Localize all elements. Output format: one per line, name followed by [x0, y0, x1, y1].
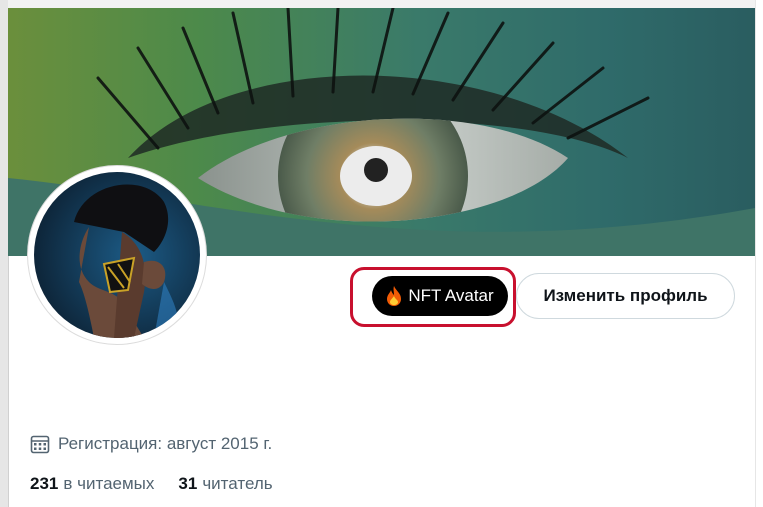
edit-profile-button[interactable]: Изменить профиль — [516, 273, 735, 319]
avatar-image — [34, 172, 200, 338]
edit-profile-label: Изменить профиль — [543, 286, 708, 305]
follow-stats: 231 в читаемых 31 читатель — [30, 472, 273, 496]
nft-avatar-label: NFT Avatar — [408, 286, 494, 305]
fire-icon — [386, 286, 402, 306]
window-right-edge — [755, 0, 763, 507]
following-count: 231 — [30, 474, 59, 493]
joined-date: Регистрация: август 2015 г. — [30, 432, 272, 456]
avatar[interactable] — [28, 166, 206, 344]
followers-link[interactable]: 31 читатель — [178, 474, 272, 494]
joined-text: Регистрация: август 2015 г. — [58, 434, 273, 453]
followers-label: читатель — [202, 474, 273, 493]
window-top-edge — [8, 0, 755, 8]
following-label: в читаемых — [63, 474, 155, 493]
following-link[interactable]: 231 в читаемых — [30, 474, 154, 494]
nft-avatar-button[interactable]: NFT Avatar — [372, 276, 508, 316]
calendar-icon — [30, 434, 50, 454]
followers-count: 31 — [178, 474, 198, 493]
